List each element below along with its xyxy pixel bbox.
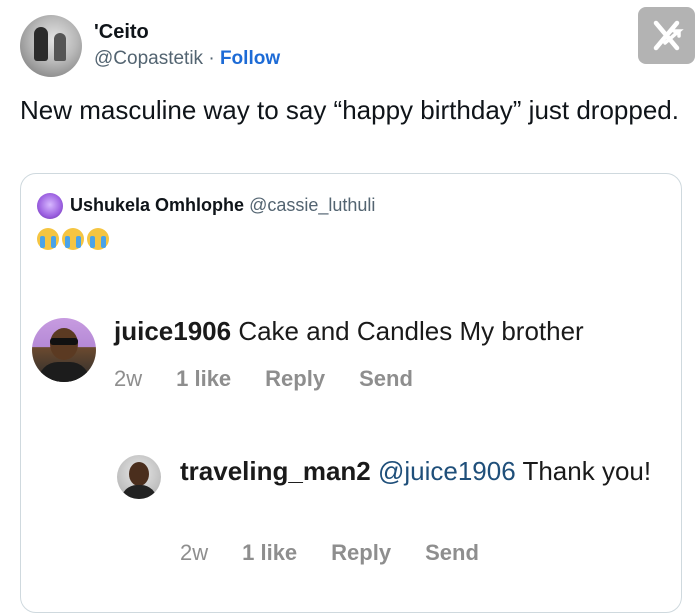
comment-likes[interactable]: 1 like [176, 366, 231, 392]
tweet-text: New masculine way to say “happy birthday… [20, 95, 679, 125]
quoted-author-line: Ushukela Omhlophe @cassie_luthuli [70, 195, 375, 216]
comment-body: Cake and Candles My brother [231, 316, 584, 346]
handle-separator: · [203, 48, 220, 69]
quoted-author-avatar[interactable] [37, 193, 63, 219]
avatar-shirt [38, 362, 90, 382]
reply-meta: 2w 1 like Reply Send [180, 540, 513, 566]
comment-text: juice1906 Cake and Candles My brother [114, 314, 584, 348]
reply-body: Thank you! [515, 456, 652, 486]
reply-avatar[interactable] [117, 455, 161, 499]
reply-reply-button[interactable]: Reply [331, 540, 391, 566]
reply-text: traveling_man2 @juice1906 Thank you! [180, 454, 660, 488]
avatar-figure [34, 27, 48, 61]
reply-mention[interactable]: @juice1906 [378, 456, 516, 486]
author-avatar[interactable] [20, 15, 82, 77]
comment-username[interactable]: juice1906 [114, 316, 231, 346]
author-handle[interactable]: @Copastetik [94, 48, 203, 69]
avatar-shirt [121, 485, 157, 499]
follow-button[interactable]: Follow [220, 48, 280, 69]
reply-time: 2w [180, 540, 209, 565]
x-logo-glyph [653, 20, 684, 51]
quoted-author-handle[interactable]: @cassie_luthuli [249, 195, 375, 215]
comment-time: 2w [114, 366, 143, 391]
author-name[interactable]: 'Ceito [94, 21, 149, 44]
emoji-row [37, 228, 109, 250]
crying-face-icon [62, 228, 84, 250]
avatar-figure-2 [54, 33, 66, 61]
crying-face-icon [37, 228, 59, 250]
reply-send-button[interactable]: Send [425, 540, 479, 566]
crying-face-icon [87, 228, 109, 250]
commenter-avatar[interactable] [32, 318, 96, 382]
avatar-face [129, 462, 149, 486]
reply-likes[interactable]: 1 like [242, 540, 297, 566]
x-logo-icon[interactable] [638, 7, 695, 64]
avatar-glasses [50, 338, 78, 345]
quoted-author-name[interactable]: Ushukela Omhlophe [70, 195, 244, 215]
send-button[interactable]: Send [359, 366, 413, 392]
comment-meta: 2w 1 like Reply Send [114, 366, 447, 392]
reply-button[interactable]: Reply [265, 366, 325, 392]
reply-username[interactable]: traveling_man2 [180, 456, 371, 486]
author-line: @Copastetik · Follow [94, 48, 280, 70]
